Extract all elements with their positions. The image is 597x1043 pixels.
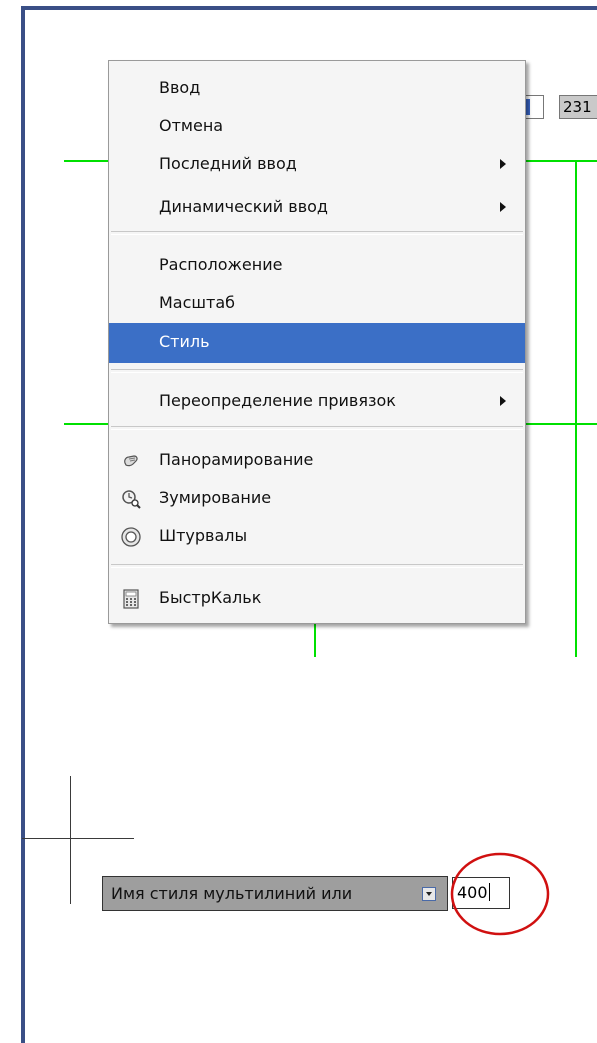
submenu-arrow-icon [500,202,506,212]
menu-item-enter[interactable]: Ввод [109,71,525,107]
calculator-icon [123,589,139,609]
prompt-text: Имя стиля мультилиний или [111,884,353,903]
menu-item-label: Переопределение привязок [159,391,396,410]
zoom-magnifier-icon [122,490,141,509]
menu-item-label: БыстрКальк [159,588,262,607]
menu-item-cancel[interactable]: Отмена [109,109,525,145]
menu-separator [111,564,523,568]
menu-item-label: Штурвалы [159,526,248,545]
dynamic-input-y-field[interactable]: 231 [559,95,597,119]
menu-item-label: Зумирование [159,488,272,507]
submenu-arrow-icon [500,159,506,169]
menu-item-quickcalc[interactable]: БыстрКальк [109,581,525,617]
crosshair-cursor-vertical [70,776,71,904]
menu-item-label: Расположение [159,255,283,274]
menu-item-label: Панорамирование [159,450,314,469]
context-menu: Ввод Отмена Последний ввод Динамический … [108,60,526,624]
menu-item-scale[interactable]: Масштаб [109,286,525,322]
menu-item-snap-overrides[interactable]: Переопределение привязок [109,384,525,420]
menu-item-label: Стиль [159,332,210,351]
menu-item-justification[interactable]: Расположение [109,248,525,284]
dynamic-prompt-tooltip: Имя стиля мультилиний или [102,876,448,911]
menu-item-label: Последний ввод [159,154,297,173]
menu-item-label: Динамический ввод [159,197,328,216]
pan-hand-icon [124,455,138,467]
crosshair-cursor-horizontal [22,838,134,839]
menu-item-steering-wheels[interactable]: Штурвалы [109,519,525,555]
menu-item-dynamic-input[interactable]: Динамический ввод [109,190,525,226]
menu-separator [111,426,523,430]
menu-separator [111,231,523,235]
grid-line [314,620,316,657]
menu-separator [111,369,523,373]
menu-item-zoom[interactable]: Зумирование [109,481,525,517]
steering-wheel-icon [121,527,141,547]
menu-item-style[interactable]: Стиль [109,323,525,363]
annotation-circle [450,852,550,936]
menu-item-label: Ввод [159,78,201,97]
menu-item-label: Отмена [159,116,224,135]
menu-item-pan[interactable]: Панорамирование [109,443,525,479]
grid-line [575,160,577,657]
menu-item-recent-input[interactable]: Последний ввод [109,147,525,183]
menu-item-label: Масштаб [159,293,236,312]
submenu-arrow-icon [500,396,506,406]
options-dropdown-button[interactable] [422,887,436,901]
